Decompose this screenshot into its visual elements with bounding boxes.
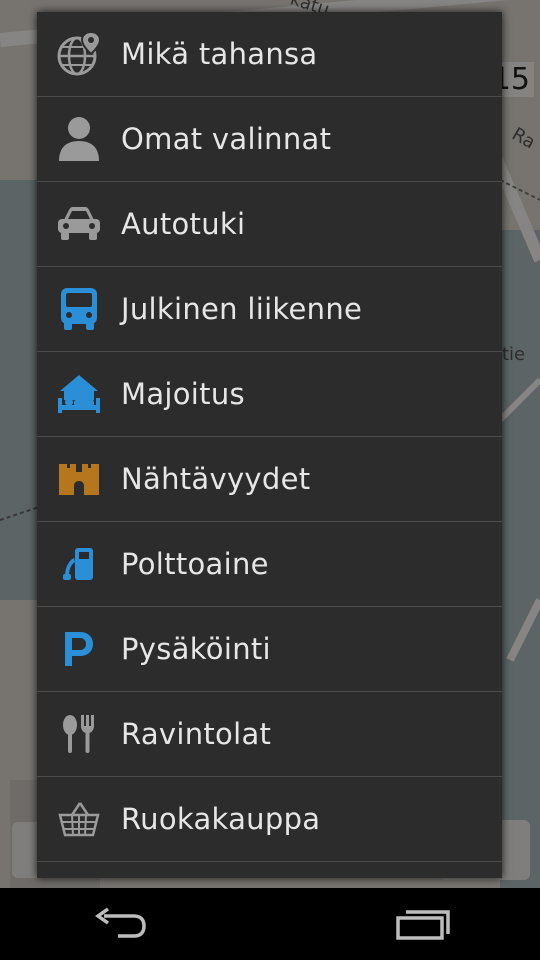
menu-item-label: Autotuki <box>121 207 246 241</box>
menu-item-grocery[interactable]: Ruokakauppa <box>37 777 502 862</box>
bed-icon <box>37 352 121 436</box>
back-arrow-icon <box>94 907 146 938</box>
menu-item-parking[interactable]: Pysäköinti <box>37 607 502 692</box>
recent-apps-icon <box>396 910 450 940</box>
menu-item-label: Pysäköinti <box>121 632 271 666</box>
menu-item-sights[interactable]: Nähtävyydet <box>37 437 502 522</box>
menu-item-label: Majoitus <box>121 377 245 411</box>
menu-item-label: Nähtävyydet <box>121 462 311 496</box>
parking-icon <box>37 607 121 691</box>
menu-item-favorites[interactable]: Omat valinnat <box>37 97 502 182</box>
menu-item-car-services[interactable]: Autotuki <box>37 182 502 267</box>
menu-item-public-transport[interactable]: Julkinen liikenne <box>37 267 502 352</box>
bus-icon <box>37 267 121 351</box>
menu-item-restaurants[interactable]: Ravintolat <box>37 692 502 777</box>
menu-item-fuel[interactable]: Polttoaine <box>37 522 502 607</box>
back-button[interactable] <box>90 906 150 942</box>
menu-item-label: Ruokakauppa <box>121 802 321 836</box>
fuel-pump-icon <box>37 522 121 606</box>
menu-item-label: Polttoaine <box>121 547 269 581</box>
menu-item-label: Ravintolat <box>121 717 272 751</box>
car-icon <box>37 182 121 266</box>
castle-icon <box>37 437 121 521</box>
menu-item-label: Julkinen liikenne <box>121 292 363 326</box>
menu-item-label: Omat valinnat <box>121 122 332 156</box>
system-navigation-bar <box>0 888 540 960</box>
cutlery-icon <box>37 692 121 776</box>
recent-apps-button[interactable] <box>392 906 452 942</box>
menu-item-label: Mikä tahansa <box>121 37 318 71</box>
basket-icon <box>37 777 121 861</box>
person-icon <box>37 97 121 181</box>
globe-pin-icon <box>37 12 121 96</box>
menu-item-accommodation[interactable]: Majoitus <box>37 352 502 437</box>
poi-category-menu: Mikä tahansa Omat valinnat Autotuki Julk… <box>37 12 502 878</box>
menu-item-any[interactable]: Mikä tahansa <box>37 12 502 97</box>
